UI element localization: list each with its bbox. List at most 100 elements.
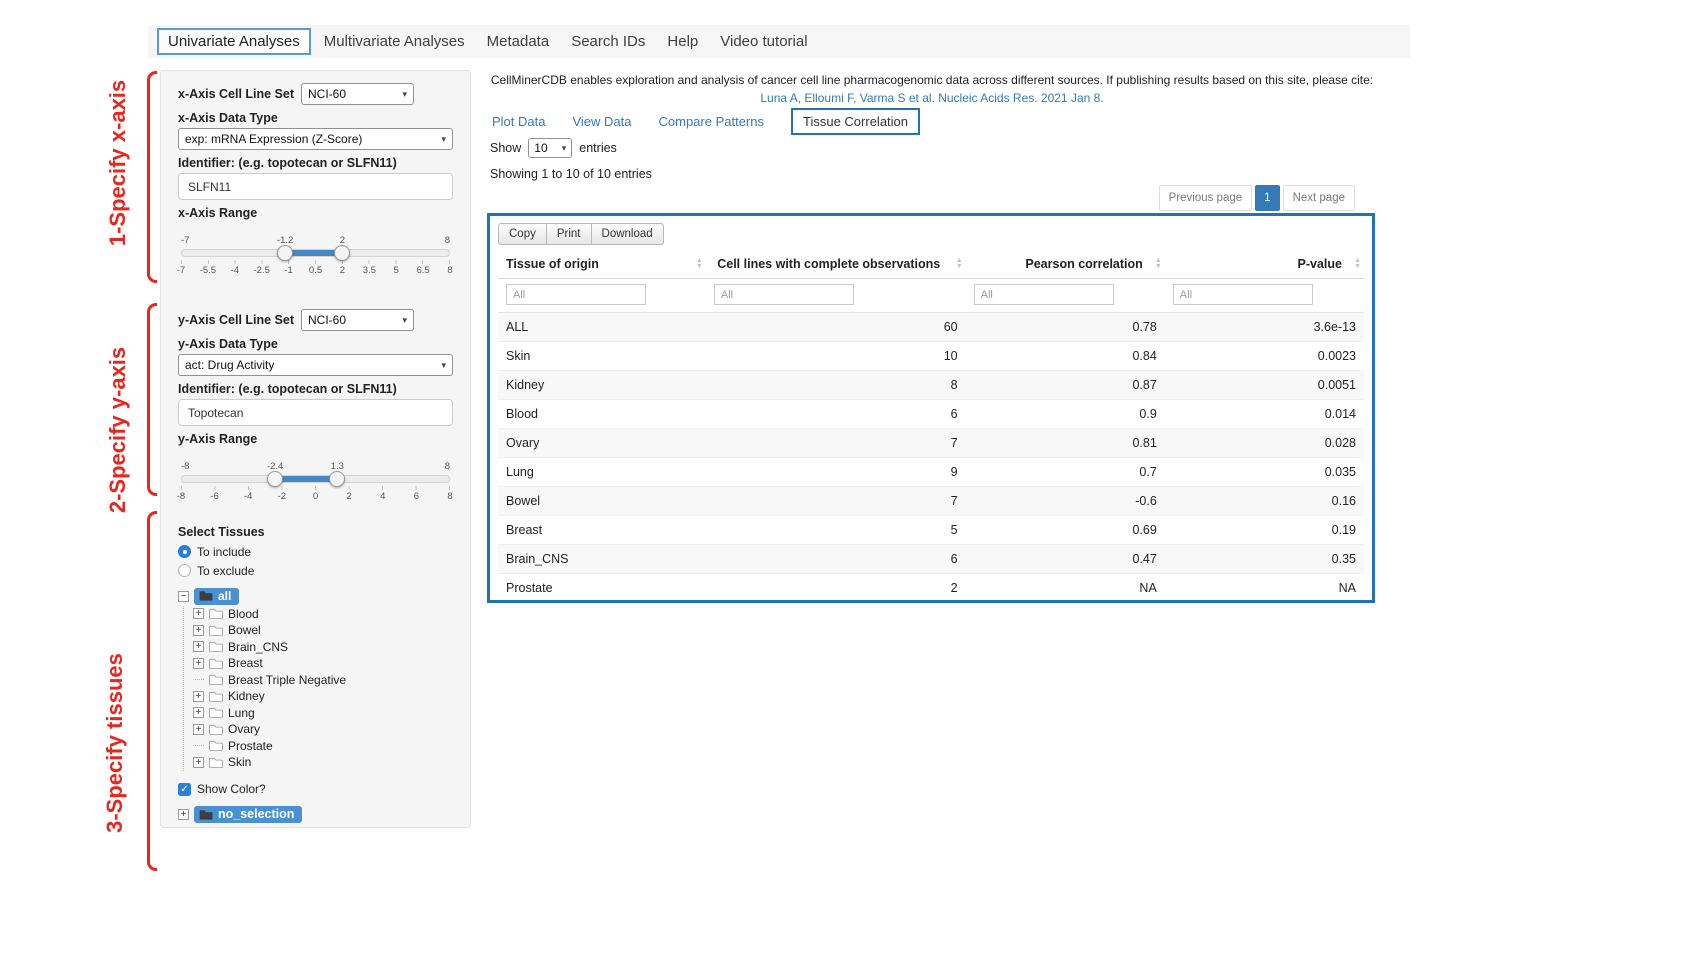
tick-label: 6 <box>414 491 419 502</box>
nav-help[interactable]: Help <box>656 27 709 56</box>
tree-node-kidney[interactable]: + Kidney <box>193 688 453 705</box>
select-tissues-title: Select Tissues <box>178 525 453 539</box>
nav-univariate-analyses[interactable]: Univariate Analyses <box>157 28 311 55</box>
cell-observations: 60 <box>706 313 966 342</box>
y-axis-cell-line-set-select[interactable]: NCI-60 ▾ <box>301 309 414 331</box>
filter-p-value[interactable] <box>1173 284 1313 305</box>
expand-icon[interactable]: + <box>193 691 204 702</box>
tree-node-label: Lung <box>228 706 255 720</box>
expand-icon[interactable]: + <box>193 724 204 735</box>
column-header-cell-lines[interactable]: Cell lines with complete observations ▲▼ <box>706 250 966 279</box>
filter-tissue-of-origin[interactable] <box>506 284 646 305</box>
cell-pvalue: 0.16 <box>1165 487 1364 516</box>
next-page-button[interactable]: Next page <box>1283 185 1355 211</box>
entries-per-page-select[interactable]: 10 ▾ <box>528 138 572 158</box>
tree-node-bowel[interactable]: + Bowel <box>193 622 453 639</box>
tick-label: 5 <box>394 265 399 276</box>
tissue-tree: − all + Blood + Bowel <box>178 588 453 771</box>
tab-plot-data[interactable]: Plot Data <box>492 114 545 129</box>
folder-icon <box>209 724 223 735</box>
tab-compare-patterns[interactable]: Compare Patterns <box>659 114 765 129</box>
y-axis-identifier-input[interactable] <box>178 399 453 426</box>
cell-pvalue: NA <box>1165 574 1364 603</box>
table-row: Breast 5 0.69 0.19 <box>498 516 1364 545</box>
column-header-p-value[interactable]: P-value ▲▼ <box>1165 250 1364 279</box>
tick-label: -6 <box>210 491 218 502</box>
filter-pearson-correlation[interactable] <box>974 284 1114 305</box>
nav-search-ids[interactable]: Search IDs <box>560 27 656 56</box>
slider-tick-marks <box>181 486 450 490</box>
nav-metadata[interactable]: Metadata <box>476 27 561 56</box>
nav-video-tutorial[interactable]: Video tutorial <box>709 27 818 56</box>
x-axis-range-slider[interactable]: -7 -1.2 2 8 -7 -5.5 -4 -2.5 -1 0.5 2 3.5… <box>181 235 450 279</box>
chevron-down-icon: ▾ <box>562 143 567 154</box>
tree-node-breast-triple-negative[interactable]: Breast Triple Negative <box>193 672 453 689</box>
tick-label: 3.5 <box>363 265 376 276</box>
citation-link[interactable]: Luna A, Elloumi F, Varma S et al. Nuclei… <box>488 89 1376 107</box>
slider-track <box>181 475 450 483</box>
tree-node-breast[interactable]: + Breast <box>193 655 453 672</box>
y-axis-identifier-label: Identifier: (e.g. topotecan or SLFN11) <box>178 382 453 396</box>
radio-label: To include <box>197 545 251 559</box>
tree-node-no-selection[interactable]: + no_selection <box>178 807 453 824</box>
page-1-button[interactable]: 1 <box>1255 185 1279 211</box>
tab-view-data[interactable]: View Data <box>572 114 631 129</box>
cell-observations: 10 <box>706 342 966 371</box>
tree-node-label: Skin <box>228 755 251 769</box>
tree-node-blood[interactable]: + Blood <box>193 606 453 623</box>
slider-max-label: 8 <box>445 235 450 246</box>
y-axis-range-slider[interactable]: -8 -2.4 1.3 8 -8 -6 -4 -2 0 2 4 6 8 <box>181 461 450 505</box>
x-axis-data-type-select[interactable]: exp: mRNA Expression (Z-Score) ▾ <box>178 128 453 150</box>
x-axis-identifier-input[interactable] <box>178 173 453 200</box>
expand-icon[interactable]: + <box>193 641 204 652</box>
tree-node-ovary[interactable]: + Ovary <box>193 721 453 738</box>
expand-icon[interactable]: + <box>193 608 204 619</box>
download-button[interactable]: Download <box>591 223 664 245</box>
previous-page-button[interactable]: Previous page <box>1159 185 1253 211</box>
show-color-checkbox[interactable]: ✓ Show Color? <box>178 780 453 799</box>
tree-node-all[interactable]: − all <box>178 588 453 605</box>
print-button[interactable]: Print <box>546 223 592 245</box>
tree-node-skin[interactable]: + Skin <box>193 754 453 771</box>
x-axis-cell-line-set-select[interactable]: NCI-60 ▾ <box>301 83 414 105</box>
cell-tissue: Kidney <box>498 371 706 400</box>
slider-handle-low[interactable] <box>267 471 283 487</box>
slider-handle-high[interactable] <box>329 471 345 487</box>
y-axis-data-type-select[interactable]: act: Drug Activity ▾ <box>178 354 453 376</box>
expand-icon[interactable]: + <box>193 707 204 718</box>
slider-handle-low[interactable] <box>277 245 293 261</box>
filter-cell-lines[interactable] <box>714 284 854 305</box>
folder-icon <box>209 757 223 768</box>
tree-node-lung[interactable]: + Lung <box>193 705 453 722</box>
expand-icon[interactable]: + <box>193 658 204 669</box>
cell-observations: 2 <box>706 574 966 603</box>
analysis-sidebar: x-Axis Cell Line Set NCI-60 ▾ x-Axis Dat… <box>160 70 471 828</box>
folder-icon <box>209 674 223 685</box>
expand-icon[interactable]: + <box>193 757 204 768</box>
column-header-tissue-of-origin[interactable]: Tissue of origin ▲▼ <box>498 250 706 279</box>
export-buttons: Copy Print Download <box>498 223 664 245</box>
column-header-pearson-correlation[interactable]: Pearson correlation ▲▼ <box>966 250 1165 279</box>
slider-track <box>181 249 450 257</box>
tree-node-no-selection-chip: no_selection <box>194 806 302 823</box>
tree-node-brain-cns[interactable]: + Brain_CNS <box>193 639 453 656</box>
copy-button[interactable]: Copy <box>498 223 547 245</box>
folder-icon <box>209 641 223 652</box>
annotation-step1: 1-Specify x-axis <box>105 63 131 263</box>
tissue-selection-controls: Select Tissues To include To exclude − a… <box>178 525 453 823</box>
slider-handle-high[interactable] <box>334 245 350 261</box>
expand-icon[interactable]: + <box>193 625 204 636</box>
nav-multivariate-analyses[interactable]: Multivariate Analyses <box>313 27 476 56</box>
tissue-include-radio[interactable]: To include <box>178 542 453 561</box>
sort-icon: ▲▼ <box>956 258 963 270</box>
x-axis-cell-line-set-label: x-Axis Cell Line Set <box>178 87 294 101</box>
collapse-icon[interactable]: − <box>178 591 189 602</box>
cell-pearson: 0.84 <box>966 342 1165 371</box>
tab-tissue-correlation[interactable]: Tissue Correlation <box>791 108 920 135</box>
tree-node-prostate[interactable]: Prostate <box>193 738 453 755</box>
expand-icon[interactable]: + <box>178 809 189 820</box>
tissue-exclude-radio[interactable]: To exclude <box>178 561 453 580</box>
citation: CellMinerCDB enables exploration and ana… <box>488 71 1376 107</box>
x-axis-identifier-label: Identifier: (e.g. topotecan or SLFN11) <box>178 156 453 170</box>
chevron-down-icon: ▾ <box>402 89 407 100</box>
